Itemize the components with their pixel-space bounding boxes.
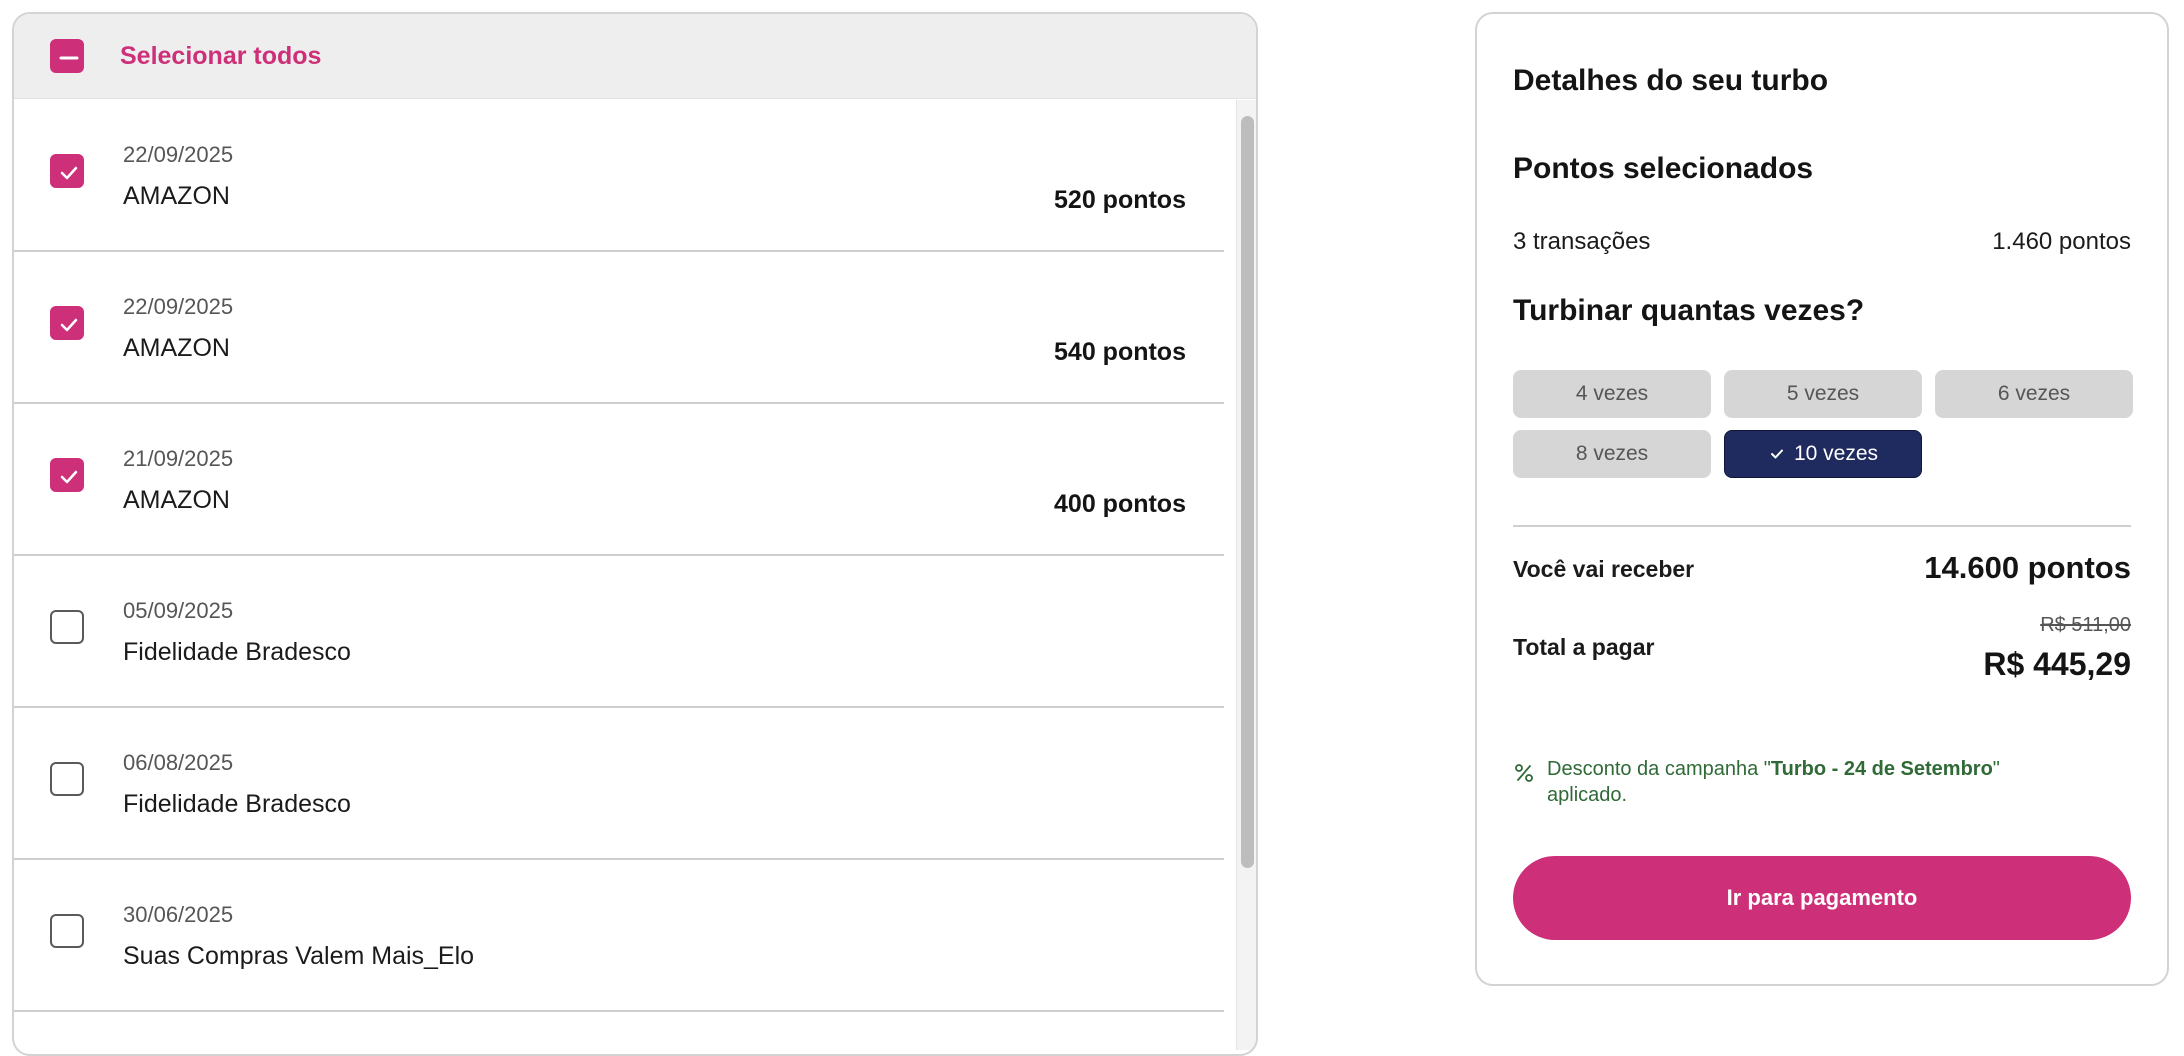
summary-divider [1513, 525, 2131, 527]
transaction-checkbox[interactable] [50, 306, 84, 340]
transaction-merchant: AMAZON [123, 334, 230, 362]
transaction-date: 05/09/2025 [123, 598, 234, 623]
receive-value: 14.600 pontos [1924, 550, 2131, 585]
select-all-checkbox[interactable] [50, 39, 84, 73]
transaction-row[interactable]: 06/08/2025 Fidelidade Bradesco [14, 708, 1224, 860]
list-scrollbar[interactable] [1236, 100, 1256, 1050]
transaction-date: 21/09/2025 [123, 446, 234, 471]
percent-icon [1513, 762, 1547, 808]
multiplier-label: 6 vezes [1997, 382, 2071, 405]
transaction-points: 400 pontos [1054, 490, 1186, 518]
transaction-date: 30/06/2025 [123, 902, 234, 927]
multiplier-heading: Turbinar quantas vezes? [1513, 294, 1865, 327]
transaction-row[interactable]: 22/09/2025 AMAZON 540 pontos [14, 252, 1224, 404]
check-icon [60, 166, 78, 180]
transaction-merchant: AMAZON [123, 486, 230, 514]
transactions-count: 3 transações [1513, 228, 1651, 255]
transaction-points: 540 pontos [1054, 338, 1186, 366]
transaction-checkbox[interactable] [50, 610, 84, 644]
transaction-date: 22/09/2025 [123, 142, 234, 167]
transaction-checkbox[interactable] [50, 154, 84, 188]
multiplier-option[interactable]: 4 vezes [1513, 370, 1711, 418]
transactions-points-total: 1.460 pontos [1992, 228, 2131, 255]
transactions-panel: Selecionar todos 22/09/2025 AMAZON 520 p… [12, 12, 1258, 1056]
select-all-row[interactable]: Selecionar todos [14, 14, 1256, 99]
check-icon [1768, 445, 1786, 463]
selected-points-heading: Pontos selecionados [1513, 152, 1814, 185]
multiplier-label: 4 vezes [1575, 382, 1649, 405]
scrollbar-thumb[interactable] [1241, 116, 1254, 868]
minus-icon [59, 56, 79, 60]
discounted-price: R$ 445,29 [1983, 646, 2131, 682]
discount-campaign-name: Turbo - 24 de Setembro [1770, 758, 1993, 780]
transaction-checkbox[interactable] [50, 914, 84, 948]
transaction-row[interactable]: 21/09/2025 AMAZON 400 pontos [14, 404, 1224, 556]
multiplier-option[interactable]: 6 vezes [1935, 370, 2133, 418]
transaction-checkbox[interactable] [50, 458, 84, 492]
discount-notice: Desconto da campanha "Turbo - 24 de Sete… [1513, 756, 2073, 808]
transaction-merchant: Suas Compras Valem Mais_Elo [123, 942, 475, 970]
original-price: R$ 511,00 [2040, 614, 2131, 636]
check-icon [60, 318, 78, 332]
multiplier-option[interactable]: 8 vezes [1513, 430, 1711, 478]
select-all-label: Selecionar todos [120, 41, 322, 70]
transaction-merchant: Fidelidade Bradesco [123, 790, 351, 818]
transaction-row[interactable]: 05/09/2025 Fidelidade Bradesco [14, 556, 1224, 708]
transaction-merchant: Fidelidade Bradesco [123, 638, 351, 666]
multiplier-label: 5 vezes [1786, 382, 1860, 405]
go-to-payment-button[interactable]: Ir para pagamento [1513, 856, 2131, 940]
transaction-row[interactable]: 30/06/2025 Suas Compras Valem Mais_Elo [14, 860, 1224, 1012]
turbo-summary-panel: Detalhes do seu turbo Pontos selecionado… [1475, 12, 2169, 986]
transaction-date: 22/09/2025 [123, 294, 234, 319]
multiplier-option[interactable]: 5 vezes [1724, 370, 1922, 418]
transaction-date: 06/08/2025 [123, 750, 234, 775]
transaction-merchant: AMAZON [123, 182, 230, 210]
total-label: Total a pagar [1513, 634, 1655, 660]
transaction-row[interactable]: 22/09/2025 AMAZON 520 pontos [14, 100, 1224, 252]
summary-title: Detalhes do seu turbo [1513, 64, 1829, 97]
receive-label: Você vai receber [1513, 556, 1695, 582]
multiplier-label: 10 vezes [1793, 442, 1879, 465]
transaction-points: 520 pontos [1054, 186, 1186, 214]
multiplier-option-selected[interactable]: 10 vezes [1724, 430, 1922, 478]
transaction-checkbox[interactable] [50, 762, 84, 796]
check-icon [60, 470, 78, 484]
multiplier-label: 8 vezes [1575, 442, 1649, 465]
selected-points-row: 3 transações 1.460 pontos [1513, 228, 2131, 256]
discount-text: Desconto da campanha "Turbo - 24 de Sete… [1547, 758, 2000, 806]
transactions-list: 22/09/2025 AMAZON 520 pontos 22/09/2025 … [14, 100, 1224, 1012]
